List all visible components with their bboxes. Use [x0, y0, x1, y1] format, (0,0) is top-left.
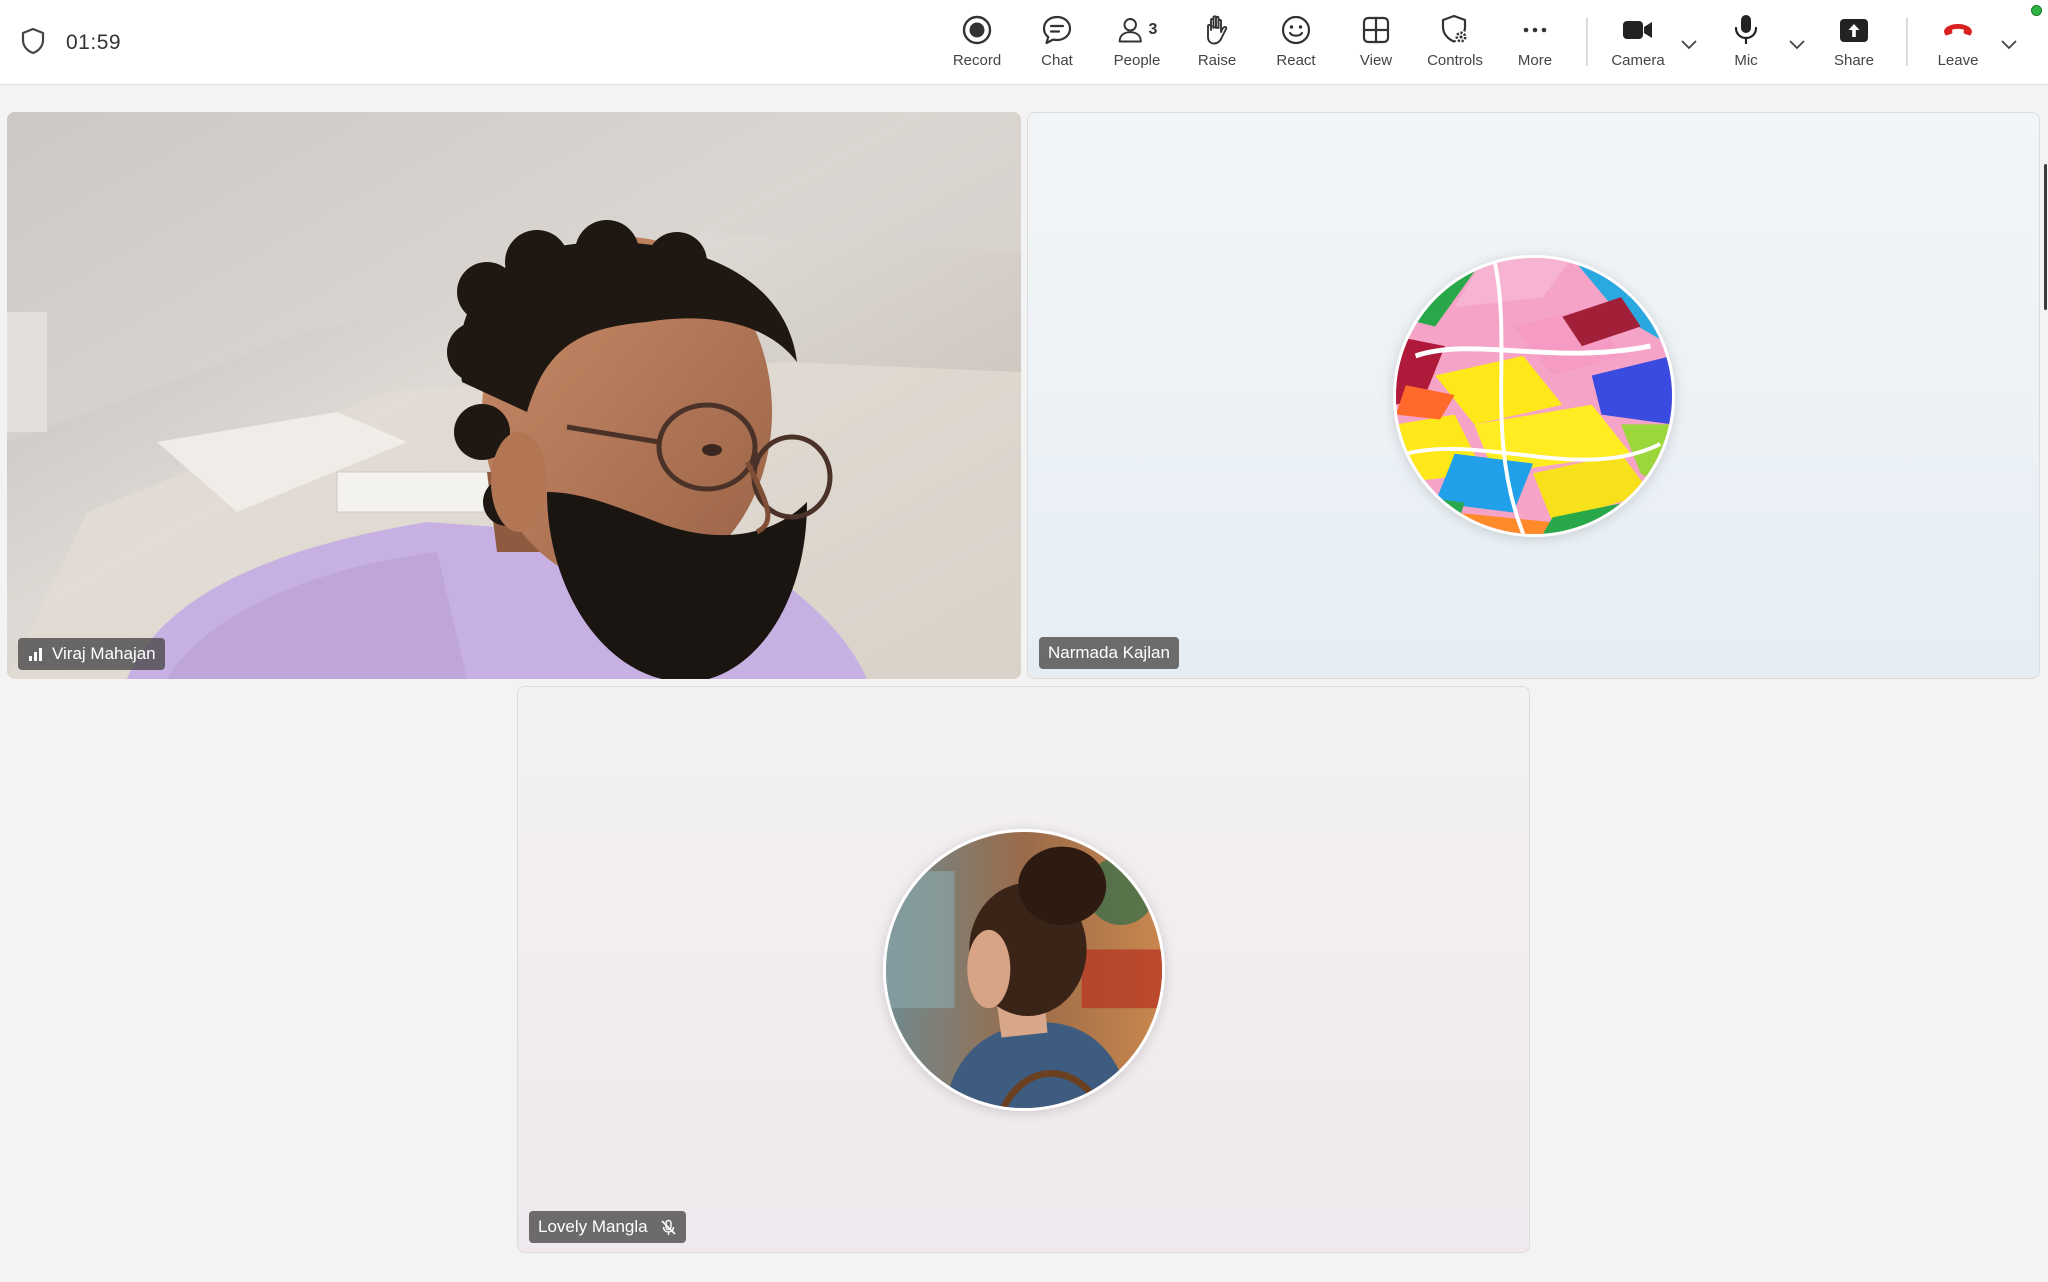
- share-label: Share: [1833, 52, 1875, 69]
- react-label: React: [1276, 52, 1316, 69]
- camera-options-caret[interactable]: [1677, 32, 1701, 56]
- participant-avatar: [883, 829, 1165, 1111]
- shield-icon[interactable]: [20, 27, 46, 60]
- microphone-icon: [1734, 15, 1758, 44]
- chevron-down-icon: [2001, 40, 2017, 50]
- mic-muted-icon: [661, 1219, 676, 1235]
- raise-label: Raise: [1197, 52, 1237, 69]
- camera-label: Camera: [1611, 52, 1665, 69]
- grid-view-icon: [1362, 16, 1390, 44]
- view-label: View: [1359, 52, 1393, 69]
- participant-video-feed: [7, 112, 1021, 679]
- record-label: Record: [952, 52, 1002, 69]
- raise-hand-button[interactable]: Raise: [1172, 12, 1262, 76]
- toolbar-divider: [1586, 18, 1588, 66]
- participant-name: Narmada Kajlan: [1048, 643, 1170, 662]
- participant-tile-narmada[interactable]: Narmada Kajlan: [1027, 112, 2040, 679]
- people-icon: [1118, 17, 1142, 43]
- leave-options-caret[interactable]: [1997, 32, 2021, 56]
- people-button[interactable]: 3 People: [1092, 12, 1182, 76]
- controls-label: Controls: [1427, 52, 1483, 69]
- signal-strength-icon: [29, 647, 42, 661]
- chat-label: Chat: [1041, 52, 1073, 69]
- more-button[interactable]: More: [1490, 12, 1580, 76]
- leave-label: Leave: [1937, 52, 1979, 69]
- mic-button[interactable]: Mic: [1701, 12, 1791, 76]
- mic-label: Mic: [1734, 52, 1758, 69]
- people-label: People: [1113, 52, 1161, 69]
- record-button[interactable]: Record: [932, 12, 1022, 76]
- participant-name: Lovely Mangla: [538, 1217, 648, 1236]
- leave-button[interactable]: Leave: [1913, 12, 2003, 76]
- participant-tile-viraj[interactable]: Viraj Mahajan: [7, 112, 1021, 679]
- share-button[interactable]: Share: [1809, 12, 1899, 76]
- scrollbar-thumb[interactable]: [2044, 164, 2047, 310]
- participant-nametag: Lovely Mangla: [529, 1211, 686, 1243]
- video-camera-icon: [1623, 21, 1652, 39]
- controls-button[interactable]: Controls: [1410, 12, 1500, 76]
- participant-nametag: Viraj Mahajan: [18, 638, 165, 670]
- shield-gear-icon: [1441, 14, 1468, 44]
- participant-count-badge: 3: [1148, 21, 1158, 38]
- chat-icon: [1042, 15, 1072, 45]
- more-dots-icon: [1523, 27, 1547, 33]
- meeting-info: 01:59: [20, 26, 121, 60]
- share-screen-icon: [1840, 19, 1868, 42]
- view-button[interactable]: View: [1331, 12, 1421, 76]
- profile-photo-avatar-image: [886, 832, 1162, 1108]
- smiley-icon: [1281, 15, 1311, 45]
- camera-button[interactable]: Camera: [1593, 12, 1683, 76]
- toolbar-divider: [1906, 18, 1908, 66]
- mic-options-caret[interactable]: [1785, 32, 1809, 56]
- hang-up-icon: [1944, 24, 1972, 36]
- participant-nametag: Narmada Kajlan: [1039, 637, 1179, 669]
- react-button[interactable]: React: [1251, 12, 1341, 76]
- meeting-toolbar: 01:59 Record Chat 3 People Raise React V…: [0, 0, 2048, 85]
- more-label: More: [1517, 52, 1553, 69]
- record-icon: [962, 15, 992, 45]
- participant-tile-lovely[interactable]: Lovely Mangla: [517, 686, 1530, 1253]
- raise-hand-icon: [1207, 15, 1228, 45]
- meeting-timer: 01:59: [66, 31, 122, 54]
- participant-name: Viraj Mahajan: [52, 644, 156, 663]
- chat-button[interactable]: Chat: [1012, 12, 1102, 76]
- connection-status-dot: [2031, 5, 2042, 16]
- chevron-down-icon: [1681, 40, 1697, 50]
- abstract-art-avatar-image: [1396, 258, 1672, 534]
- participant-avatar: [1393, 255, 1675, 537]
- chevron-down-icon: [1789, 40, 1805, 50]
